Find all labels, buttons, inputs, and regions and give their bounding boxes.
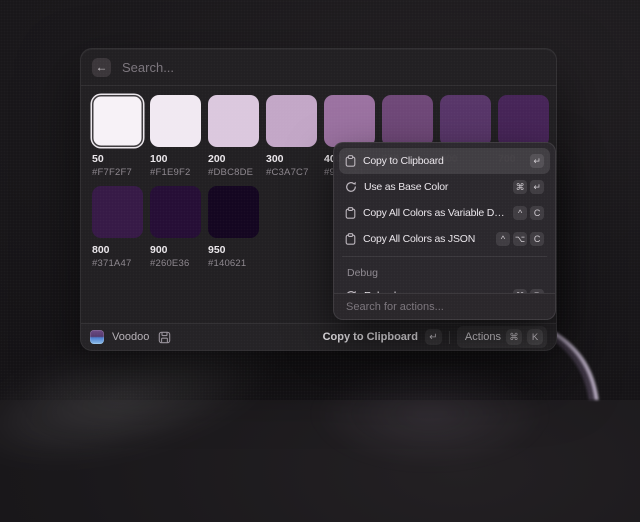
swatch-hex-value: #140621 [208, 258, 259, 269]
swatch-hex-value: #371A47 [92, 258, 143, 269]
actions-menu: Copy to Clipboard↵Use as Base Color⌘↵Cop… [333, 142, 556, 320]
search-input[interactable] [122, 60, 545, 75]
menu-item-shortcut: ↵ [530, 154, 544, 168]
color-swatch[interactable] [208, 95, 259, 147]
swatch-shade-label: 950 [208, 244, 259, 256]
menu-item[interactable]: Copy All Colors as JSON ^⌥C [339, 226, 550, 252]
cmd-keycap: ⌘ [506, 329, 522, 345]
menu-section-header: Debug [339, 261, 550, 283]
menu-item-shortcut: ⌘↵ [513, 180, 544, 194]
menu-item-label: Copy to Clipboard [363, 155, 523, 167]
swatch-hex-value: #F7F2F7 [92, 167, 143, 178]
color-swatch[interactable] [92, 186, 143, 238]
menu-separator [342, 256, 547, 257]
color-swatch-selected[interactable] [92, 95, 143, 147]
shortcut-keycap: ↵ [530, 154, 544, 168]
color-swatch[interactable] [498, 95, 549, 147]
color-swatch[interactable] [324, 95, 375, 147]
swatch-cell: 100 #F1E9F2 [150, 95, 201, 178]
rotate-icon [345, 181, 357, 193]
swatch-shade-label: 50 [92, 153, 143, 165]
window-status-bar: Voodoo Copy to Clipboard ↵ Actions ⌘ K [81, 323, 556, 350]
color-swatch[interactable] [382, 95, 433, 147]
swatch-shade-label: 100 [150, 153, 201, 165]
return-keycap: ↵ [425, 329, 442, 345]
swatch-shade-label: 900 [150, 244, 201, 256]
color-swatch[interactable] [440, 95, 491, 147]
menu-item-label: Copy All Colors as JSON [363, 233, 489, 245]
clipboard-icon [345, 233, 356, 245]
clipboard-icon [345, 155, 356, 167]
color-swatch[interactable] [150, 186, 201, 238]
swatch-hex-value: #F1E9F2 [150, 167, 201, 178]
color-swatch[interactable] [266, 95, 317, 147]
actions-button-label: Actions [465, 331, 501, 343]
actions-search-input[interactable] [344, 300, 545, 314]
menu-item[interactable]: Copy to Clipboard ↵ [339, 148, 550, 174]
actions-menu-items: Copy to Clipboard↵Use as Base Color⌘↵Cop… [334, 143, 555, 309]
shortcut-keycap: ^ [496, 232, 510, 246]
menu-item-shortcut: ^⌥C [496, 232, 544, 246]
swatch-cell: 900 #260E36 [150, 186, 201, 269]
swatch-hex-value: #C3A7C7 [266, 167, 317, 178]
color-swatch[interactable] [208, 186, 259, 238]
clipboard-icon [345, 207, 356, 219]
menu-item-shortcut: ^C [513, 206, 544, 220]
shortcut-keycap: C [530, 206, 544, 220]
menu-item[interactable]: Copy All Colors as Variable Declara... ^C [339, 200, 550, 226]
swatch-cell: 200 #DBC8DE [208, 95, 259, 178]
shortcut-keycap: ⌥ [513, 232, 527, 246]
swatch-shade-label: 300 [266, 153, 317, 165]
swatch-cell: 50 #F7F2F7 [92, 95, 143, 178]
menu-item-label: Use as Base Color [364, 181, 506, 193]
shortcut-keycap: ^ [513, 206, 527, 220]
swatch-hex-value: #DBC8DE [208, 167, 259, 178]
shortcut-keycap: ↵ [530, 180, 544, 194]
footer-divider [449, 331, 450, 344]
primary-action-button[interactable]: Copy to Clipboard [323, 331, 418, 343]
swatch-cell: 950 #140621 [208, 186, 259, 269]
swatch-hex-value: #260E36 [150, 258, 201, 269]
color-swatch[interactable] [150, 95, 201, 147]
app-name: Voodoo [112, 331, 149, 343]
shortcut-keycap: C [530, 232, 544, 246]
actions-menu-search [334, 293, 555, 319]
actions-button[interactable]: Actions ⌘ K [457, 326, 547, 348]
menu-item-label: Copy All Colors as Variable Declara... [363, 207, 506, 219]
save-icon [158, 331, 171, 344]
swatch-cell: 300 #C3A7C7 [266, 95, 317, 178]
window-header: ← [81, 49, 556, 86]
shortcut-keycap: ⌘ [513, 180, 527, 194]
menu-item[interactable]: Use as Base Color ⌘↵ [339, 174, 550, 200]
swatch-shade-label: 800 [92, 244, 143, 256]
app-icon [90, 330, 104, 344]
back-button[interactable]: ← [92, 58, 111, 77]
swatch-shade-label: 200 [208, 153, 259, 165]
swatch-cell: 800 #371A47 [92, 186, 143, 269]
k-keycap: K [527, 329, 543, 345]
